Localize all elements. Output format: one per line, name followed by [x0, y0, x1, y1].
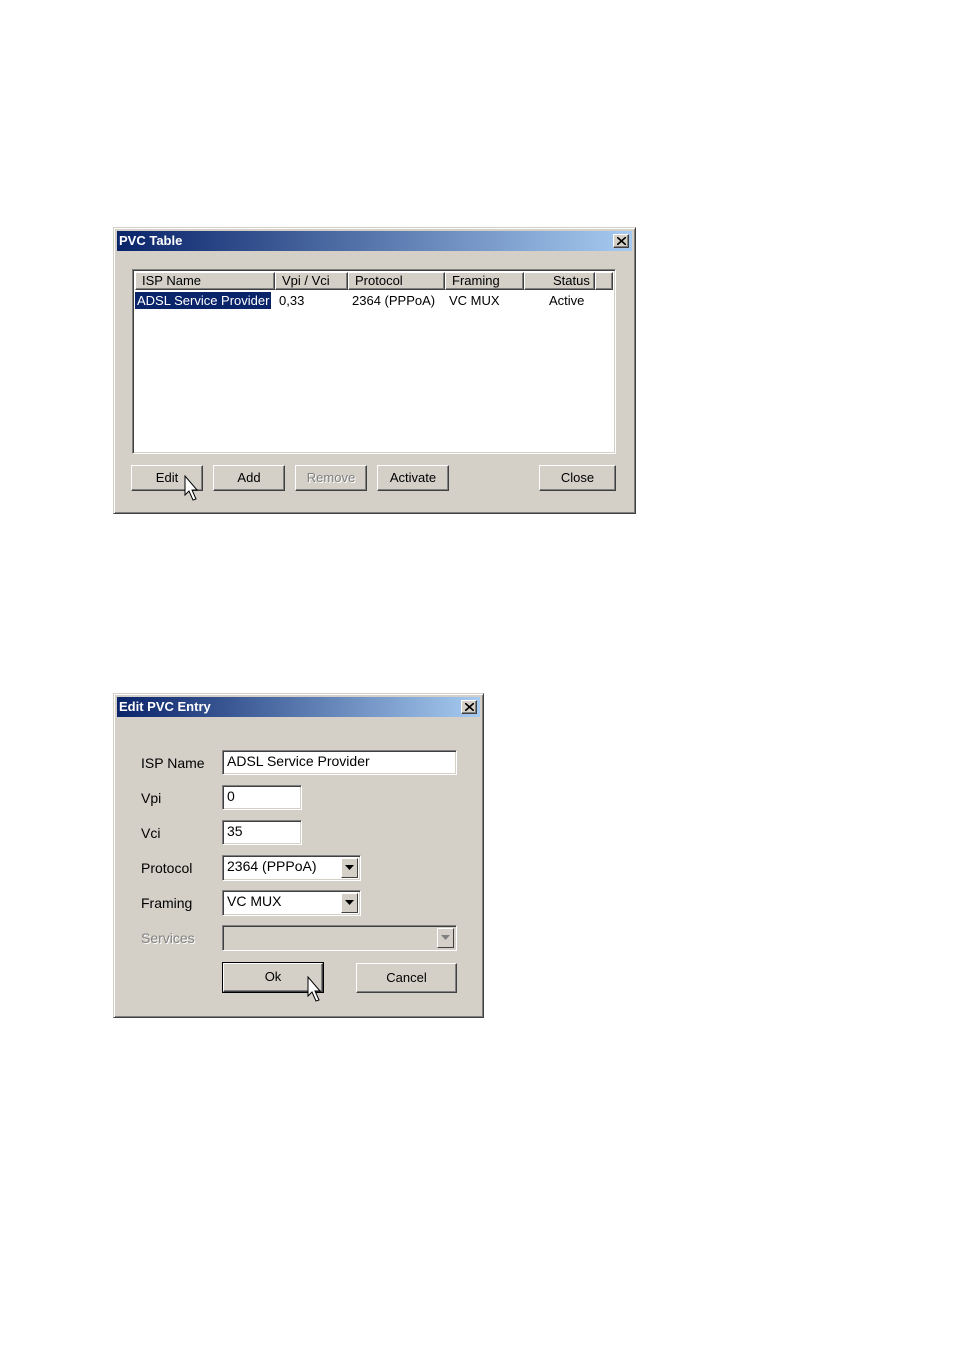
column-header-status[interactable]: Status [524, 272, 595, 290]
cancel-button[interactable]: Cancel [356, 963, 457, 993]
protocol-dropdown-button[interactable] [341, 858, 358, 878]
edit-pvc-titlebar: Edit PVC Entry [117, 697, 480, 717]
column-header-protocol[interactable]: Protocol [348, 272, 445, 290]
cell-framing: VC MUX [449, 293, 500, 308]
column-header-vpi-vci[interactable]: Vpi / Vci [275, 272, 348, 290]
isp-name-field[interactable]: ADSL Service Provider [222, 750, 457, 775]
mouse-pointer-icon [184, 475, 199, 501]
chevron-down-icon [345, 900, 354, 905]
services-dropdown-button [437, 928, 454, 948]
framing-value: VC MUX [227, 893, 282, 909]
framing-dropdown-button[interactable] [341, 893, 358, 913]
protocol-select[interactable]: 2364 (PPPoA) [222, 855, 361, 881]
framing-label: Framing [141, 895, 193, 911]
column-header-isp-name[interactable]: ISP Name [135, 272, 275, 290]
add-button[interactable]: Add [213, 465, 285, 491]
pvc-table-titlebar: PVC Table [117, 231, 632, 251]
vci-field[interactable]: 35 [222, 820, 302, 845]
chevron-down-icon [345, 865, 354, 870]
isp-name-label: ISP Name [141, 755, 205, 771]
isp-name-value: ADSL Service Provider [227, 753, 370, 769]
protocol-label: Protocol [141, 860, 193, 876]
framing-select[interactable]: VC MUX [222, 890, 361, 916]
services-select [222, 925, 457, 951]
vci-value: 35 [227, 823, 243, 839]
chevron-down-icon [441, 935, 450, 940]
pvc-table-dialog: PVC Table ISP Name Vpi / Vci Protocol Fr… [113, 227, 636, 514]
pvc-table-title: PVC Table [119, 233, 183, 248]
vpi-label: Vpi [141, 790, 162, 806]
protocol-value: 2364 (PPPoA) [227, 858, 317, 874]
services-label: Services [141, 930, 195, 946]
edit-pvc-title: Edit PVC Entry [119, 699, 211, 714]
close-button[interactable]: Close [539, 465, 616, 491]
cell-isp-name: ADSL Service Provider [135, 292, 272, 309]
pvc-table-close-button[interactable] [613, 234, 629, 248]
cell-vpi-vci: 0,33 [279, 293, 305, 308]
remove-button[interactable]: Remove [295, 465, 367, 491]
cell-status: Active [549, 293, 585, 308]
mouse-pointer-icon [307, 976, 322, 1002]
vpi-field[interactable]: 0 [222, 785, 302, 810]
activate-button[interactable]: Activate [377, 465, 449, 491]
close-icon [617, 237, 626, 245]
edit-pvc-close-button[interactable] [461, 700, 477, 714]
cell-protocol: 2364 (PPPoA) [352, 293, 436, 308]
close-icon [465, 703, 474, 711]
vpi-value: 0 [227, 788, 235, 804]
edit-pvc-dialog: Edit PVC Entry ISP Name ADSL Service Pro… [113, 693, 484, 1018]
vci-label: Vci [141, 825, 161, 841]
pvc-list[interactable]: ISP Name Vpi / Vci Protocol Framing Stat… [132, 269, 616, 454]
column-header-framing[interactable]: Framing [445, 272, 524, 290]
column-header-filler [595, 272, 613, 290]
